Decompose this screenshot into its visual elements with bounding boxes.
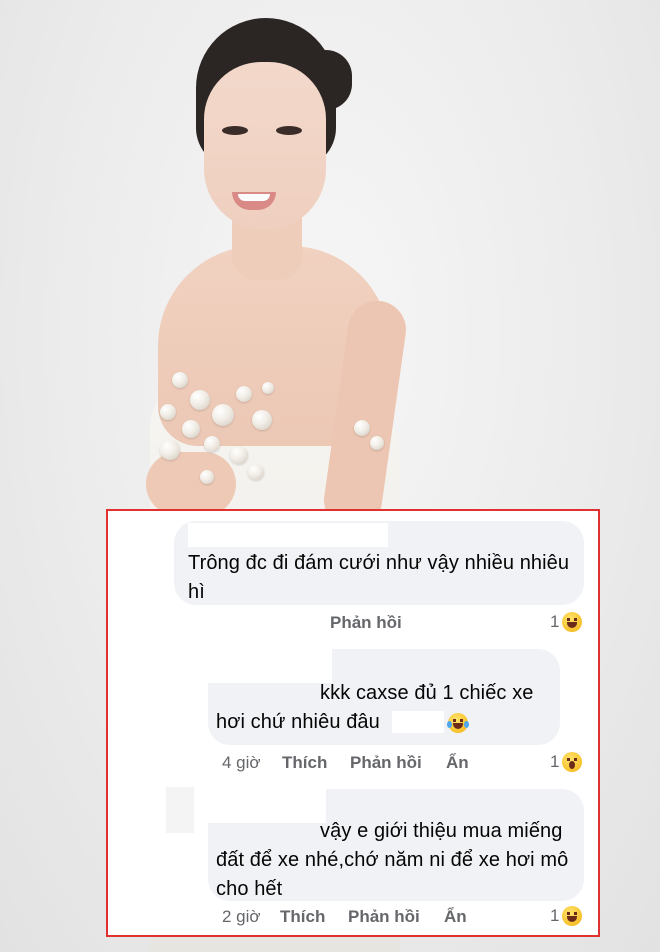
comment-bubble: vậy e giới thiệu mua miếng đất để xe nhé… — [208, 789, 584, 901]
reply-button[interactable]: Phản hồi — [350, 753, 422, 773]
comment-bubble: kkk caxse đủ 1 chiếc xe hơi chứ nhiêu đâ… — [208, 649, 560, 745]
pearl — [212, 404, 234, 426]
pearl — [236, 386, 252, 402]
comment-time: 2 giờ — [222, 907, 261, 926]
pearl — [370, 436, 384, 450]
pearl — [248, 464, 264, 480]
hide-button[interactable]: Ẩn — [444, 907, 467, 927]
like-button[interactable]: Thích — [280, 907, 325, 927]
like-button[interactable]: Thích — [282, 753, 327, 773]
comment-bubble: Trông đc đi đám cưới như vậy nhiều nhiêu… — [174, 521, 584, 605]
surprised-emoji-icon — [562, 752, 583, 772]
comment-text: Trông đc đi đám cưới như vậy nhiều nhiêu… — [188, 552, 570, 603]
comment-text: kkk caxse đủ 1 chiếc xe hơi chứ nhiêu đâ… — [216, 682, 534, 733]
reaction-count[interactable]: 1 — [550, 612, 583, 632]
tears-of-joy-emoji-icon — [447, 713, 469, 733]
right-eye — [276, 126, 302, 135]
laughing-emoji-icon — [562, 906, 583, 926]
pearl — [252, 410, 272, 430]
pearl — [354, 420, 370, 436]
redacted-name — [208, 649, 332, 683]
reaction-count-value: 1 — [550, 752, 560, 771]
reply-button[interactable]: Phản hồi — [348, 907, 420, 927]
redacted-avatar — [166, 787, 194, 833]
comment-panel: Trông đc đi đám cưới như vậy nhiều nhiêu… — [106, 509, 600, 937]
left-eye — [222, 126, 248, 135]
pearl — [190, 390, 210, 410]
comment-text: vậy e giới thiệu mua miếng đất để xe nhé… — [216, 820, 569, 900]
pearl — [200, 470, 214, 484]
pearl — [204, 436, 220, 452]
pearl — [262, 382, 274, 394]
pearl — [172, 372, 188, 388]
reaction-count-value: 1 — [550, 612, 560, 631]
laughing-emoji-icon — [562, 612, 583, 632]
teeth — [238, 194, 270, 201]
reaction-count-value: 1 — [550, 906, 560, 925]
redacted-name — [188, 523, 388, 547]
pearl — [230, 446, 248, 464]
comment-time: 4 giờ — [222, 753, 261, 772]
reaction-count[interactable]: 1 — [550, 752, 583, 772]
pearl — [160, 404, 176, 420]
reply-button[interactable]: Phản hồi — [330, 613, 402, 633]
reaction-count[interactable]: 1 — [550, 906, 583, 926]
pearl — [160, 440, 180, 460]
redacted-mention — [392, 711, 444, 733]
hide-button[interactable]: Ẩn — [446, 753, 469, 773]
pearl — [182, 420, 200, 438]
hand — [146, 452, 236, 516]
